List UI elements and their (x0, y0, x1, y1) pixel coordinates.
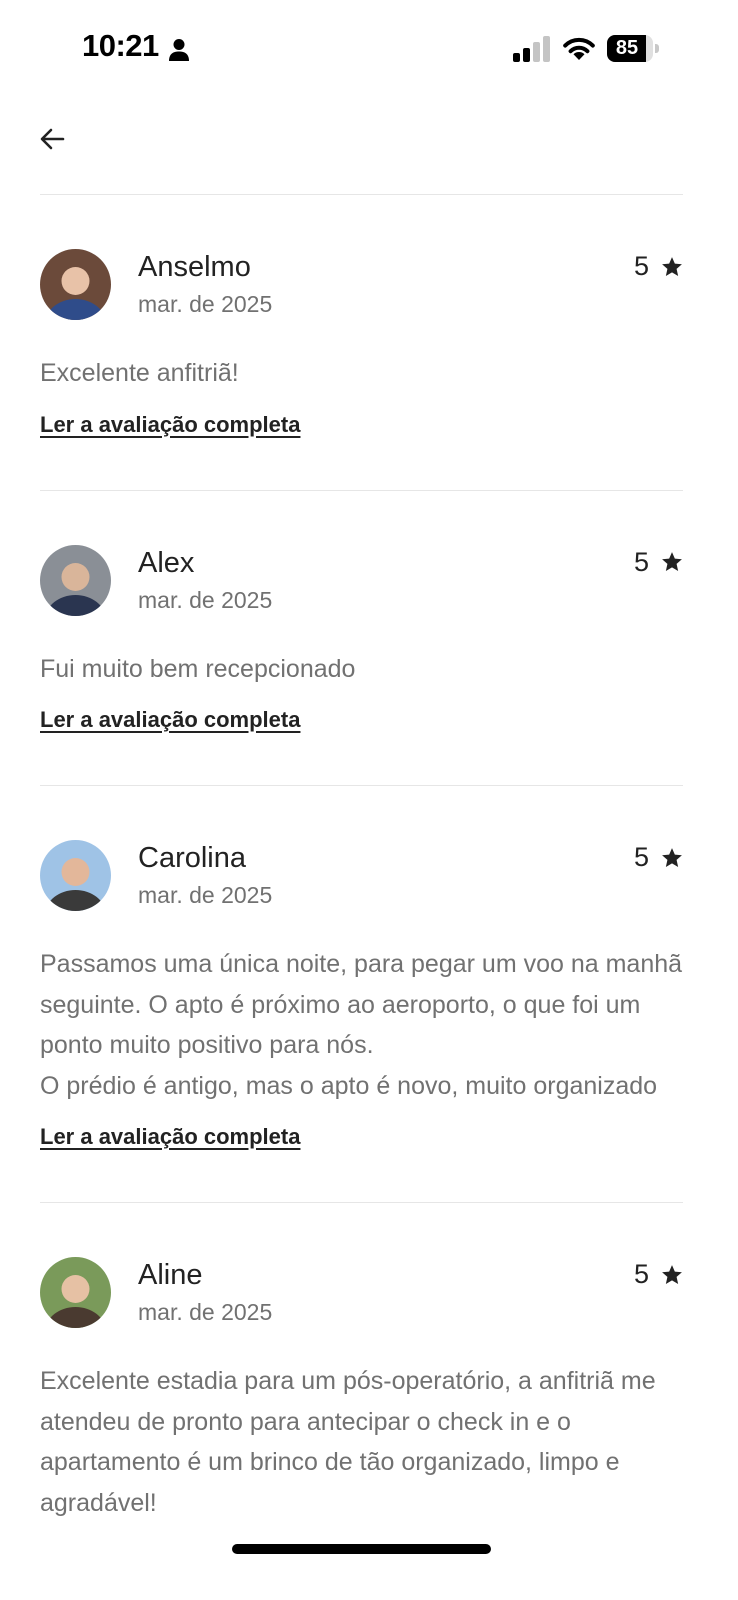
star-icon (662, 847, 682, 867)
review-text: Excelente estadia para um pós-operatório… (40, 1367, 656, 1517)
star-icon (662, 256, 682, 276)
review-item: Aline mar. de 2025 5 Excelente estadia p… (40, 1203, 683, 1575)
battery-level: 85 (615, 37, 639, 59)
avatar-photo (40, 1257, 111, 1328)
review-rating: 5 (634, 1259, 683, 1290)
star-icon (662, 1264, 682, 1284)
avatar-photo (40, 249, 111, 320)
rating-value: 5 (633, 842, 649, 872)
avatar-photo (40, 544, 111, 616)
review-header: Aline mar. de 2025 5 (40, 1257, 683, 1329)
status-time: 10:21 (82, 28, 159, 63)
home-indicator[interactable] (232, 1544, 491, 1554)
rating-value: 5 (633, 546, 649, 577)
avatar[interactable] (40, 840, 111, 911)
review-date: mar. de 2025 (138, 291, 273, 317)
reviewer-name: Anselmo (138, 251, 251, 283)
review-rating: 5 (634, 251, 683, 282)
review-text: Excelente anfitriã! (40, 359, 239, 387)
reviewer-name: Alex (138, 546, 195, 579)
avatar[interactable] (40, 249, 111, 320)
read-full-review-link[interactable]: Ler a avaliação completa (40, 412, 300, 438)
status-bar: 10:21 85 (0, 0, 738, 100)
review-item: Alex mar. de 2025 5 Fui muito bem recepc… (40, 491, 683, 786)
review-date: mar. de 2025 (138, 1299, 273, 1325)
review-item: Anselmo mar. de 2025 5 Excelente anfitri… (40, 195, 683, 491)
review-header: Alex mar. de 2025 5 (40, 544, 683, 617)
review-date: mar. de 2025 (138, 882, 273, 908)
person-icon (169, 39, 189, 61)
reviewer-name: Aline (138, 1259, 203, 1291)
read-full-review-link[interactable]: Ler a avaliação completa (40, 1124, 300, 1150)
review-date: mar. de 2025 (138, 586, 273, 613)
read-full-review-link[interactable]: Ler a avaliação completa (40, 707, 300, 733)
back-button[interactable] (36, 122, 70, 156)
reviewer-name: Carolina (138, 842, 246, 874)
avatar[interactable] (40, 1257, 111, 1328)
reviews-list: Anselmo mar. de 2025 5 Excelente anfitri… (40, 195, 683, 1575)
star-icon (662, 552, 682, 571)
review-text: Fui muito bem recepcionado (40, 654, 356, 683)
review-rating: 5 (634, 842, 683, 873)
arrow-left-icon (40, 128, 65, 150)
review-header: Anselmo mar. de 2025 5 (40, 249, 683, 321)
review-rating: 5 (634, 547, 683, 578)
review-text: Passamos uma única noite, para pegar um … (40, 950, 683, 1100)
review-header: Carolina mar. de 2025 5 (40, 840, 683, 912)
signal-icon (513, 36, 550, 62)
avatar-photo (40, 840, 111, 911)
review-item: Carolina mar. de 2025 5 Passamos uma úni… (40, 786, 683, 1203)
rating-value: 5 (633, 1259, 649, 1289)
avatar[interactable] (40, 544, 111, 616)
wifi-icon (563, 37, 595, 60)
battery-icon: 85 (607, 35, 659, 62)
rating-value: 5 (633, 251, 649, 281)
